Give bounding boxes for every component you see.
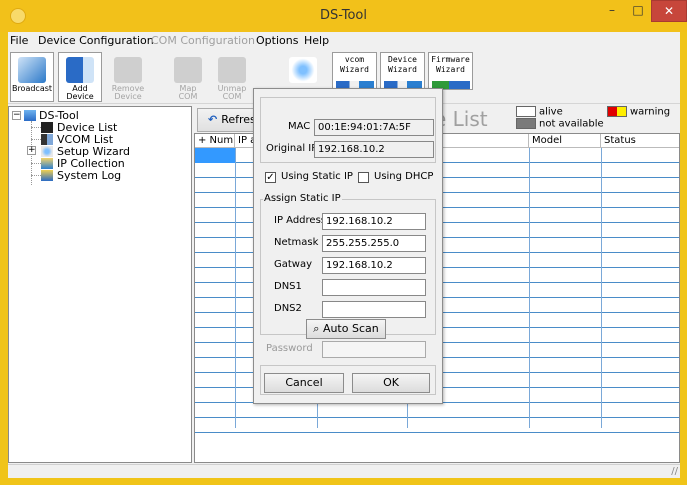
gateway-input[interactable]: 192.168.10.2 xyxy=(322,257,426,274)
table-row[interactable] xyxy=(195,418,679,433)
tree-branch-line xyxy=(31,139,41,140)
ip-address-input[interactable]: 192.168.10.2 xyxy=(322,213,426,230)
column-status[interactable]: Status xyxy=(601,134,679,148)
netmask-label: Netmask xyxy=(274,237,319,248)
remove-device-button[interactable]: Remove Device xyxy=(106,52,150,102)
menu-file[interactable]: File xyxy=(10,34,28,47)
tree-branch-line xyxy=(31,163,41,164)
tree-branch-line xyxy=(31,127,41,128)
network-settings-dialog: MAC 00:1E:94:01:7A:5F Original IP 192.16… xyxy=(253,88,443,404)
app-window: DS-Tool – □ ✕ File Device Configuration … xyxy=(0,0,687,485)
menu-com-configuration[interactable]: COM Configuration xyxy=(151,34,255,47)
table-row[interactable] xyxy=(195,403,679,418)
magnifier-icon: ⌕ xyxy=(313,322,320,335)
system-log-icon xyxy=(41,170,53,181)
using-static-ip-checkbox[interactable]: ✓ xyxy=(265,172,276,183)
unmap-com-icon xyxy=(218,57,246,83)
scan-sparkle-icon xyxy=(289,57,317,83)
dns1-label: DNS1 xyxy=(274,281,302,292)
using-dhcp-checkbox[interactable] xyxy=(358,172,369,183)
auto-scan-button[interactable]: ⌕ Auto Scan xyxy=(306,319,386,339)
using-dhcp-label[interactable]: Using DHCP xyxy=(374,171,433,182)
legend-warning-swatch xyxy=(607,106,627,117)
add-device-button[interactable]: Add Device xyxy=(58,52,102,102)
column-model[interactable]: Model xyxy=(529,134,601,148)
device-list-icon xyxy=(41,122,53,133)
dns2-label: DNS2 xyxy=(274,303,302,314)
assign-static-ip-title: Assign Static IP xyxy=(263,193,342,204)
legend-not-available: not available xyxy=(516,118,604,130)
vcom-wizard-button[interactable]: vcom Wizard xyxy=(332,52,377,90)
navigation-tree[interactable]: − DS-Tool Device List VCOM List + Setup … xyxy=(8,106,192,463)
gateway-label: Gatway xyxy=(274,259,313,270)
using-static-ip-label[interactable]: Using Static IP xyxy=(281,171,353,182)
legend-warning: warning xyxy=(607,106,670,118)
column-divider xyxy=(529,148,530,428)
password-label: Password xyxy=(266,343,313,354)
cancel-button[interactable]: Cancel xyxy=(264,373,344,393)
broadcast-icon xyxy=(18,57,46,83)
menu-bar: File Device Configuration COM Configurat… xyxy=(8,32,680,50)
tree-collapse-icon[interactable]: − xyxy=(12,111,21,120)
tree-expand-icon[interactable]: + xyxy=(27,146,36,155)
remove-device-icon xyxy=(114,57,142,83)
maximize-button[interactable]: □ xyxy=(625,0,651,22)
original-ip-label: Original IP xyxy=(266,143,318,154)
selected-cell[interactable] xyxy=(195,148,235,163)
ok-button[interactable]: OK xyxy=(352,373,430,393)
broadcast-button[interactable]: Broadcast xyxy=(10,52,54,102)
resize-grip-icon[interactable]: // xyxy=(671,466,678,477)
menu-device-configuration[interactable]: Device Configuration xyxy=(38,34,154,47)
legend-not-available-swatch xyxy=(516,118,536,129)
device-wizard-button[interactable]: Device Wizard xyxy=(380,52,425,90)
vcom-list-icon xyxy=(41,134,53,145)
tree-item-system-log[interactable]: System Log xyxy=(57,169,121,182)
password-input[interactable] xyxy=(322,341,426,358)
close-button[interactable]: ✕ xyxy=(651,0,687,22)
refresh-icon: ↶ xyxy=(208,113,218,126)
dns2-input[interactable] xyxy=(322,301,426,318)
tree-branch-line xyxy=(31,175,41,176)
window-title: DS-Tool xyxy=(319,8,367,23)
computer-icon xyxy=(24,110,36,121)
column-number[interactable]: + Numbe xyxy=(195,134,235,148)
column-divider xyxy=(601,148,602,428)
mac-field: 00:1E:94:01:7A:5F xyxy=(314,119,434,136)
add-device-icon xyxy=(66,57,94,83)
menu-help[interactable]: Help xyxy=(304,34,329,47)
status-bar: // xyxy=(8,464,680,478)
map-com-icon xyxy=(174,57,202,83)
ip-collection-icon xyxy=(41,158,53,169)
ip-address-label: IP Address xyxy=(274,215,326,226)
setup-wizard-icon xyxy=(41,146,53,157)
original-ip-field: 192.168.10.2 xyxy=(314,141,434,158)
legend-alive: alive xyxy=(516,106,563,118)
netmask-input[interactable]: 255.255.255.0 xyxy=(322,235,426,252)
mac-label: MAC xyxy=(288,121,311,132)
firmware-wizard-button[interactable]: Firmware Wizard xyxy=(428,52,473,90)
dns1-input[interactable] xyxy=(322,279,426,296)
unmap-com-button[interactable]: Unmap COM xyxy=(212,52,252,102)
menu-options[interactable]: Options xyxy=(256,34,298,47)
minimize-button[interactable]: – xyxy=(599,0,625,22)
legend-alive-swatch xyxy=(516,106,536,117)
title-bar[interactable]: DS-Tool – □ ✕ xyxy=(0,0,687,32)
column-divider xyxy=(235,148,236,428)
map-com-button[interactable]: Map COM xyxy=(168,52,208,102)
